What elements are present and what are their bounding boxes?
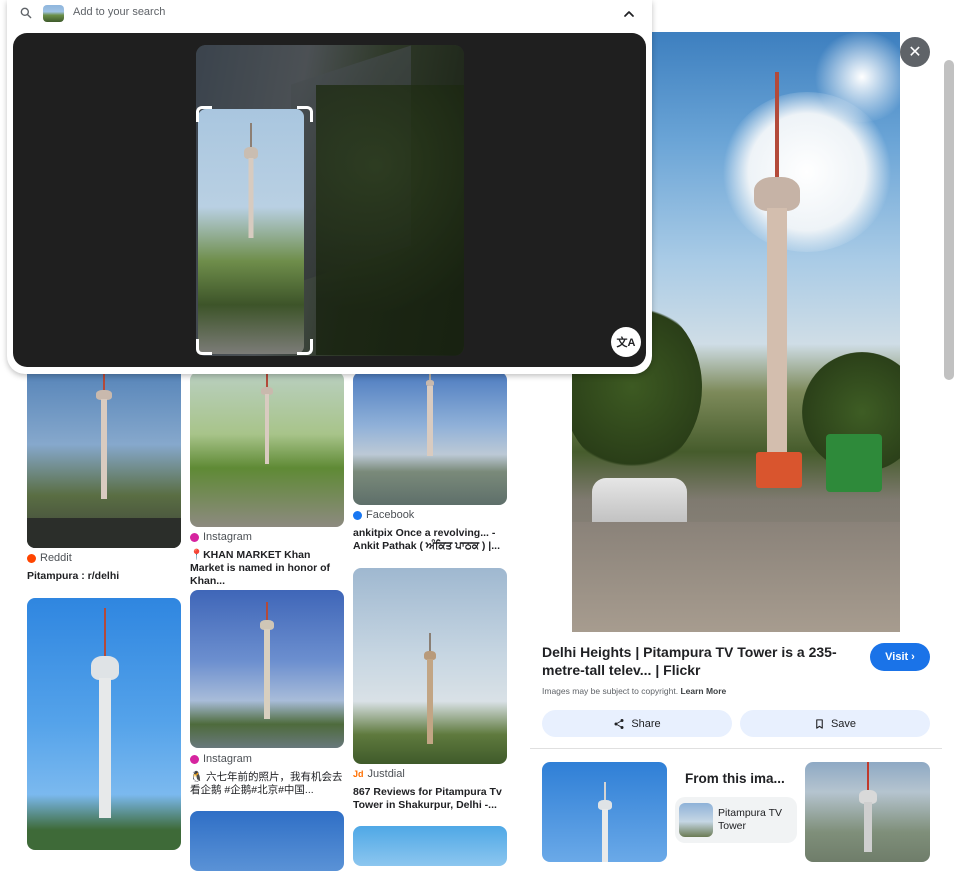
crop-selection-area[interactable] <box>198 109 304 354</box>
result-source-label: Instagram <box>203 753 252 765</box>
result-source[interactable]: Instagram <box>190 531 252 543</box>
scrollbar[interactable] <box>944 60 954 380</box>
entity-label: Pitampura TV Tower <box>718 807 782 832</box>
search-bar[interactable]: Add to your search <box>7 0 652 28</box>
share-label: Share <box>631 717 661 730</box>
result-title[interactable]: 📍KHAN MARKET Khan Market is named in hon… <box>190 549 344 588</box>
crop-handle-bottom-left[interactable] <box>196 339 212 355</box>
crop-handle-top-left[interactable] <box>196 106 212 122</box>
result-source-label: Instagram <box>203 531 252 543</box>
reddit-icon <box>27 553 36 563</box>
chevron-up-icon[interactable] <box>621 6 637 22</box>
close-icon: ✕ <box>908 44 922 61</box>
result-source[interactable]: Facebook <box>353 509 414 521</box>
bus-shape <box>756 452 802 488</box>
close-button[interactable]: ✕ <box>900 37 930 67</box>
share-icon <box>614 718 624 729</box>
road-shape <box>572 522 900 632</box>
learn-more-link[interactable]: Learn More <box>680 686 726 696</box>
translate-icon: 文A <box>616 337 636 349</box>
result-image[interactable] <box>353 372 507 505</box>
chevron-right-icon: › <box>911 651 915 663</box>
copyright-text: Images may be subject to copyright. <box>542 686 679 696</box>
related-image[interactable] <box>542 762 667 862</box>
visit-button[interactable]: Visit › <box>870 643 930 671</box>
car-shape <box>592 478 687 528</box>
justdial-icon: Jd <box>353 769 364 779</box>
translate-button[interactable]: 文A <box>611 327 641 357</box>
share-button[interactable]: Share <box>542 710 732 737</box>
entity-thumbnail <box>679 803 713 837</box>
result-source-label: Reddit <box>40 552 72 564</box>
result-title[interactable]: ankitpix Once a revolving... - Ankit Pat… <box>353 527 507 553</box>
instagram-icon <box>190 532 199 542</box>
result-source[interactable]: Reddit <box>27 552 72 564</box>
facebook-icon <box>353 510 362 520</box>
result-image[interactable] <box>353 826 507 866</box>
result-source-label: Facebook <box>366 509 415 521</box>
lens-source-image <box>196 45 464 356</box>
instagram-icon <box>190 754 199 764</box>
result-image[interactable] <box>190 811 344 871</box>
result-title[interactable]: Pitampura : r/delhi <box>27 570 181 583</box>
save-button[interactable]: Save <box>740 710 930 737</box>
result-title[interactable]: 🐧 六七年前的照片，我有机会去看企鹅 #企鹅#北京#中国... <box>190 771 344 797</box>
result-source[interactable]: Instagram <box>190 753 252 765</box>
divider <box>530 748 942 749</box>
result-title[interactable]: 867 Reviews for Pitampura Tv Tower in Sh… <box>353 786 507 812</box>
search-image-thumbnail[interactable] <box>43 5 64 22</box>
entity-chip[interactable]: Pitampura TV Tower <box>675 797 797 843</box>
from-this-image-heading: From this ima... <box>685 771 785 786</box>
lens-image-panel: 文A <box>13 33 646 367</box>
copyright-notice: Images may be subject to copyright. Lear… <box>542 686 726 696</box>
result-image[interactable] <box>353 568 507 764</box>
result-image[interactable] <box>190 590 344 748</box>
result-source[interactable]: Jd Justdial <box>353 768 405 780</box>
crop-handle-top-right[interactable] <box>297 106 313 122</box>
crop-handle-bottom-right[interactable] <box>297 339 313 355</box>
result-source-label: Justdial <box>367 768 405 780</box>
bus-shape <box>826 434 882 492</box>
result-image[interactable] <box>27 598 181 850</box>
result-image[interactable] <box>190 372 344 527</box>
result-image[interactable] <box>27 360 181 548</box>
lens-search-card: Add to your search 文A <box>7 0 652 374</box>
search-icon[interactable] <box>19 6 33 20</box>
tv-tower <box>742 72 812 453</box>
search-input[interactable]: Add to your search <box>73 6 165 18</box>
save-label: Save <box>830 717 857 730</box>
related-image[interactable] <box>805 762 930 862</box>
bookmark-icon <box>816 718 823 729</box>
visit-label: Visit <box>885 651 909 663</box>
result-title[interactable]: Delhi Heights | Pitampura TV Tower is a … <box>542 643 842 679</box>
